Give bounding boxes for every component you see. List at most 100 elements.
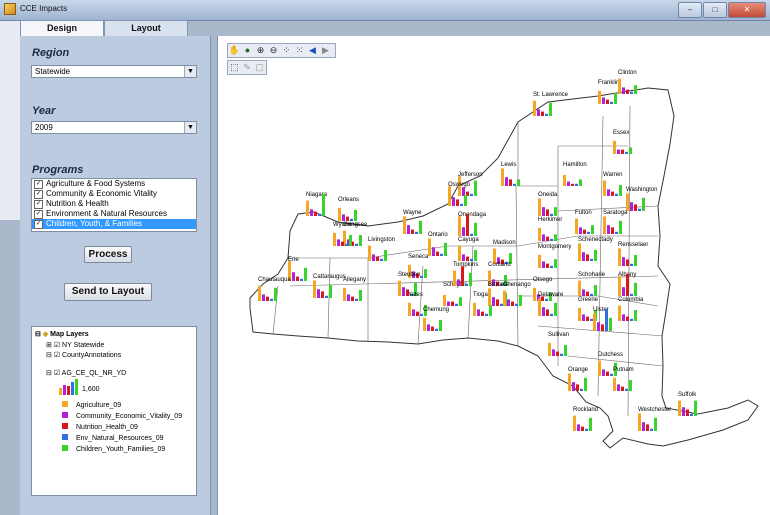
- county-bar: [355, 243, 358, 246]
- map-view[interactable]: ✋ ● ⊕ ⊖ ⁘ ⁙ ◀ ▶ ⬚ ✎ ▢ St. Lawrence Frankl…: [217, 36, 770, 515]
- county-bar: [607, 225, 610, 234]
- tab-layout[interactable]: Layout: [104, 20, 188, 36]
- county-chart-saratoga[interactable]: Saratoga: [603, 210, 628, 234]
- county-chart-montgomery[interactable]: Montgomery: [538, 244, 571, 268]
- county-bar: [554, 207, 557, 216]
- county-chart-chautauqua[interactable]: Chautauqua: [258, 277, 291, 301]
- tab-design[interactable]: Design: [20, 20, 104, 37]
- legend-item: Children_Youth_Families_09: [62, 445, 165, 453]
- checkbox-checked[interactable]: ✓: [34, 219, 43, 229]
- county-chart-madison[interactable]: Madison: [493, 240, 516, 264]
- county-chart-hamilton[interactable]: Hamilton: [563, 162, 587, 186]
- county-bar: [349, 235, 352, 246]
- close-button[interactable]: ✕: [728, 2, 766, 18]
- layer-row[interactable]: ⊞ ☑ NY Statewide: [46, 341, 104, 349]
- county-label: St. Lawrence: [533, 92, 569, 98]
- county-bar: [415, 231, 418, 234]
- county-chart-westchester[interactable]: Westchester: [638, 407, 671, 431]
- county-bar: [403, 216, 406, 234]
- county-bar: [550, 313, 553, 316]
- county-chart-putnam[interactable]: Putnam: [613, 367, 634, 391]
- county-chart-lewis[interactable]: Lewis: [501, 162, 520, 186]
- year-select[interactable]: 2009 ▼: [31, 121, 197, 134]
- county-bar: [622, 314, 625, 321]
- county-chart-washington[interactable]: Washington: [626, 187, 657, 211]
- program-label: Environment & Natural Resources: [46, 209, 167, 218]
- county-label: Oswego: [448, 182, 471, 188]
- county-chart-rockland[interactable]: Rockland: [573, 407, 598, 431]
- county-bar: [420, 275, 423, 278]
- process-button[interactable]: Process: [84, 246, 132, 263]
- county-bar: [601, 324, 604, 331]
- county-chart-orange[interactable]: Orange: [568, 367, 589, 391]
- county-chart-oneida[interactable]: Oneida: [538, 192, 558, 216]
- program-item[interactable]: ✓ Nutrition & Health: [32, 199, 196, 209]
- county-bar: [452, 197, 455, 206]
- county-bar: [575, 218, 578, 234]
- county-chart-delaware[interactable]: Delaware: [538, 292, 564, 316]
- county-chart-columbia[interactable]: Columbia: [618, 297, 644, 321]
- county-chart-essex[interactable]: Essex: [613, 130, 632, 154]
- county-bar: [613, 140, 616, 154]
- county-bar: [629, 380, 632, 391]
- checkbox-checked[interactable]: ✓: [34, 209, 43, 219]
- county-chart-herkimer[interactable]: Herkimer: [538, 217, 562, 241]
- county-chart-livingston[interactable]: Livingston: [368, 237, 395, 261]
- program-item[interactable]: ✓ Agriculture & Food Systems: [32, 179, 196, 189]
- county-chart-schenectady[interactable]: Schenectady: [578, 237, 613, 261]
- county-chart-orleans[interactable]: Orleans: [338, 197, 359, 221]
- county-chart-erie[interactable]: Erie: [288, 257, 307, 281]
- county-chart-onondaga[interactable]: Onondaga: [458, 212, 487, 236]
- county-bar: [598, 360, 601, 376]
- maximize-button[interactable]: □: [703, 2, 727, 18]
- county-chart-schoharie[interactable]: Schoharie: [578, 272, 606, 296]
- layer-row[interactable]: ⊟ ☑ CountyAnnotations: [46, 351, 121, 359]
- county-chart-chemung[interactable]: Chemung: [423, 307, 449, 331]
- chevron-down-icon[interactable]: ▼: [184, 122, 196, 133]
- county-chart-allegany[interactable]: Allegany: [343, 277, 366, 301]
- county-chart-cattaraugus[interactable]: Cattaraugus: [313, 274, 346, 298]
- title-bar[interactable]: CCE Impacts – □ ✕: [0, 0, 770, 21]
- county-chart-rensselaer[interactable]: Rensselaer: [618, 242, 648, 266]
- county-bar: [589, 417, 592, 431]
- county-chart-ulster[interactable]: Ulster: [593, 307, 612, 331]
- county-chart-franklin[interactable]: Franklin: [598, 80, 619, 104]
- county-label: Cayuga: [458, 237, 479, 243]
- county-bar: [621, 149, 624, 154]
- program-item[interactable]: ✓ Community & Economic Vitality: [32, 189, 196, 199]
- county-chart-cayuga[interactable]: Cayuga: [458, 237, 479, 261]
- county-chart-warren[interactable]: Warren: [603, 172, 622, 196]
- county-bar: [609, 317, 612, 331]
- county-chart-wayne[interactable]: Wayne: [403, 210, 422, 234]
- send-to-layout-button[interactable]: Send to Layout: [64, 283, 152, 301]
- county-bar: [338, 207, 341, 221]
- county-chart-fulton[interactable]: Fulton: [575, 210, 594, 234]
- layer-row[interactable]: ⊟ ☑ AG_CE_QL_NR_YD: [46, 369, 126, 377]
- county-chart-clinton[interactable]: Clinton: [618, 70, 637, 94]
- county-chart-sullivan[interactable]: Sullivan: [548, 332, 569, 356]
- map-layers-root[interactable]: ⊟ ◆ Map Layers: [35, 330, 89, 338]
- program-item[interactable]: ✓ Environment & Natural Resources: [32, 209, 196, 219]
- checkbox-checked[interactable]: ✓: [34, 199, 43, 209]
- county-chart-albany[interactable]: Albany: [618, 272, 637, 296]
- county-chart-suffolk[interactable]: Suffolk: [678, 392, 697, 416]
- county-bar: [618, 276, 621, 296]
- county-bar: [464, 195, 467, 206]
- county-chart-layer: St. Lawrence Franklin Clinton Jefferson Lewi…: [258, 70, 697, 431]
- checkbox-checked[interactable]: ✓: [34, 189, 43, 199]
- chevron-down-icon[interactable]: ▼: [184, 66, 196, 77]
- county-chart-ontario[interactable]: Ontario: [428, 232, 448, 256]
- county-bar: [602, 369, 605, 376]
- minimize-button[interactable]: –: [678, 2, 702, 18]
- county-bar: [694, 400, 697, 416]
- program-item-selected[interactable]: ✓ Children, Youth, & Families: [32, 219, 196, 229]
- county-bar: [602, 97, 605, 104]
- county-chart-st-lawrence[interactable]: St. Lawrence: [533, 92, 569, 116]
- county-bar: [630, 293, 633, 296]
- region-select[interactable]: Statewide ▼: [31, 65, 197, 78]
- county-bar: [462, 187, 465, 196]
- county-bar: [682, 407, 685, 416]
- county-bar: [578, 307, 581, 321]
- ny-county-map[interactable]: St. Lawrence Franklin Clinton Jefferson Lewi…: [218, 36, 770, 515]
- checkbox-checked[interactable]: ✓: [34, 179, 43, 189]
